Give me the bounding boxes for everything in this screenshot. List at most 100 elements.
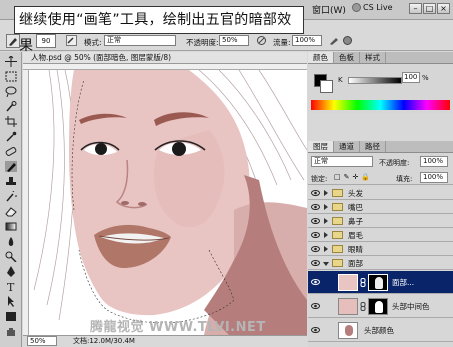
gradient-tool-icon[interactable]	[5, 221, 17, 232]
document-tab[interactable]: 人物.psd @ 50% (面部暗色, 图层蒙版/8)	[23, 52, 307, 64]
document-title: 人物.psd @ 50% (面部暗色, 图层蒙版/8)	[31, 53, 172, 62]
visibility-eye-icon[interactable]	[311, 203, 320, 211]
crop-tool-icon[interactable]	[5, 116, 17, 127]
fill-field[interactable]: 100%	[420, 172, 448, 183]
layer-opacity-label: 不透明度:	[379, 159, 410, 167]
layer-mask-thumbnail[interactable]	[368, 298, 388, 315]
healing-brush-tool-icon[interactable]	[5, 146, 17, 157]
layer-face-shadow-selected[interactable]: 面部...	[308, 271, 453, 294]
visibility-eye-icon[interactable]	[311, 302, 320, 310]
document-canvas[interactable]	[29, 70, 307, 335]
chain-link-icon[interactable]	[360, 302, 366, 311]
blur-tool-icon[interactable]	[5, 236, 17, 247]
mode-select[interactable]: 正常	[104, 35, 176, 46]
collapse-arrow-icon[interactable]	[323, 262, 329, 266]
layer-head-midtone[interactable]: 头部中间色	[308, 295, 453, 318]
folder-icon	[332, 231, 343, 239]
color-panel-tabs: 颜色 色板 样式	[308, 52, 453, 64]
move-tool-icon[interactable]	[5, 56, 17, 67]
expand-arrow-icon[interactable]	[324, 232, 328, 238]
layer-name: 头部颜色	[364, 326, 394, 335]
right-iris	[172, 142, 186, 156]
layer-group-eyebrows[interactable]: 眉毛	[308, 229, 453, 242]
layer-name: 面部...	[392, 278, 415, 287]
color-spectrum-bar[interactable]	[311, 100, 450, 110]
layer-group-mouth[interactable]: 嘴巴	[308, 201, 453, 214]
quick-select-tool-icon[interactable]	[5, 101, 17, 112]
background-color-swatch[interactable]	[320, 80, 333, 93]
k-unit: %	[422, 74, 429, 82]
status-bar: 50% 文档:12.0M/30.4M	[23, 335, 307, 347]
tutorial-caption: 继续使用“画笔”工具，绘制出五官的暗部效果	[14, 6, 304, 54]
chain-link-icon[interactable]	[360, 278, 366, 287]
zoom-field[interactable]: 50%	[27, 336, 57, 346]
visibility-eye-icon[interactable]	[311, 231, 320, 239]
visibility-eye-icon[interactable]	[311, 245, 320, 253]
visibility-eye-icon[interactable]	[311, 278, 320, 286]
color-panel: 颜色 色板 样式 K 100 %	[308, 52, 453, 113]
layer-group-nose[interactable]: 鼻子	[308, 215, 453, 228]
layer-name: 嘴巴	[348, 203, 363, 212]
visibility-eye-icon[interactable]	[311, 326, 320, 334]
document-size: 文档:12.0M/30.4M	[73, 337, 135, 345]
tab-color[interactable]: 颜色	[308, 52, 334, 63]
layer-name: 眉毛	[348, 231, 363, 240]
brush-panel-icon[interactable]	[66, 35, 77, 46]
folder-icon	[332, 245, 343, 253]
tab-styles[interactable]: 样式	[360, 52, 386, 63]
visibility-eye-icon[interactable]	[311, 259, 320, 267]
k-value-field[interactable]: 100	[402, 72, 420, 83]
pressure-opacity-icon[interactable]	[256, 35, 267, 46]
face-illustration	[29, 70, 307, 335]
mode-label: 模式:	[84, 38, 102, 47]
brush-size-preview[interactable]: 90	[36, 34, 56, 48]
layer-name: 面部	[348, 259, 363, 268]
hand-tool-icon[interactable]	[5, 326, 17, 337]
fill-label: 填充:	[396, 175, 413, 183]
k-slider[interactable]	[348, 77, 402, 84]
layer-group-hair[interactable]: 头发	[308, 187, 453, 200]
layer-opacity-field[interactable]: 100%	[420, 156, 448, 167]
expand-arrow-icon[interactable]	[324, 190, 328, 196]
layers-panel-tabs: 图层 通道 路径	[308, 141, 453, 153]
clone-stamp-tool-icon[interactable]	[5, 176, 17, 187]
tab-channels[interactable]: 通道	[334, 141, 360, 152]
watermark: 腾龍视觉 WWW.TLVI.NET	[90, 320, 266, 335]
dodge-tool-icon[interactable]	[5, 251, 17, 262]
type-tool-icon[interactable]: T	[5, 281, 17, 292]
expand-arrow-icon[interactable]	[324, 246, 328, 252]
folder-icon	[332, 217, 343, 225]
tools-panel: T	[0, 52, 22, 347]
opacity-label: 不透明度:	[186, 38, 219, 47]
shape-tool-icon[interactable]	[5, 311, 17, 322]
lock-icons[interactable]: □✎✛🔒	[334, 173, 373, 181]
layer-mask-thumbnail[interactable]	[368, 274, 388, 291]
blend-mode-select[interactable]: 正常	[311, 156, 373, 167]
history-brush-tool-icon[interactable]	[5, 191, 17, 202]
folder-icon	[332, 203, 343, 211]
tab-paths[interactable]: 路径	[360, 141, 386, 152]
brush-tool-icon[interactable]	[5, 161, 17, 172]
expand-arrow-icon[interactable]	[324, 218, 328, 224]
layer-group-face[interactable]: 面部	[308, 257, 453, 270]
eyedropper-tool-icon[interactable]	[5, 131, 17, 142]
lasso-tool-icon[interactable]	[5, 86, 17, 97]
marquee-tool-icon[interactable]	[5, 71, 17, 82]
pen-tool-icon[interactable]	[5, 266, 17, 277]
tab-layers[interactable]: 图层	[308, 141, 334, 152]
photoshop-window: 窗口(W) CS Live – □ × 继续使用“画笔”工具，绘制出五官的暗部效…	[0, 0, 453, 347]
layer-head-color[interactable]: 头部颜色	[308, 319, 453, 342]
brush-tool-preset-icon[interactable]	[6, 34, 20, 48]
k-channel-label: K	[338, 76, 343, 84]
layer-name: 头发	[348, 189, 363, 198]
expand-arrow-icon[interactable]	[324, 204, 328, 210]
visibility-eye-icon[interactable]	[311, 217, 320, 225]
layer-name: 鼻子	[348, 217, 363, 226]
opacity-field[interactable]: 50%	[219, 35, 249, 46]
layer-group-eyes[interactable]: 眼睛	[308, 243, 453, 256]
tab-swatches[interactable]: 色板	[334, 52, 360, 63]
visibility-eye-icon[interactable]	[311, 189, 320, 197]
eraser-tool-icon[interactable]	[5, 206, 17, 217]
layer-thumbnail	[338, 322, 358, 339]
path-selection-tool-icon[interactable]	[5, 296, 17, 307]
